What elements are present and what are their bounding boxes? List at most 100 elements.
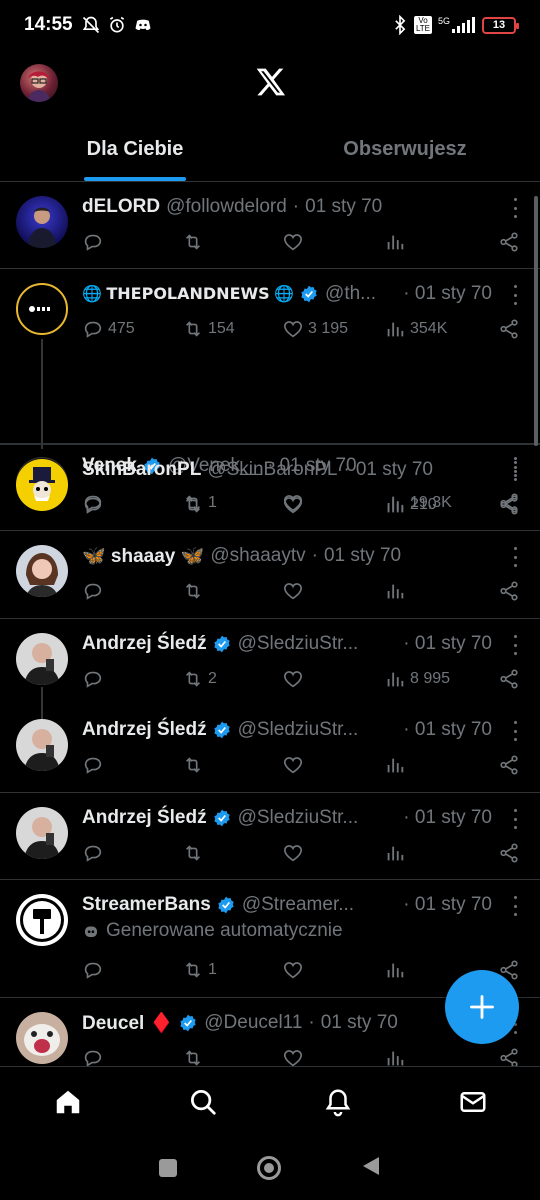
avatar[interactable] [16,807,68,859]
author-name[interactable]: Andrzej Śledź [82,807,207,829]
retweet-button[interactable] [182,231,208,253]
tweet-date[interactable]: 01 sty 70 [324,545,401,567]
more-icon[interactable] [512,285,518,305]
retweet-button[interactable] [182,1047,208,1066]
retweet-button[interactable] [182,842,208,864]
author-name[interactable]: SkinBaronPL [82,459,201,481]
more-icon[interactable] [512,461,518,481]
tweet-date[interactable]: 01 sty 70 [415,719,492,741]
like-button[interactable] [282,842,308,864]
tweet[interactable]: dELORD @followdelord · 01 sty 70 [0,182,540,269]
nav-notifications[interactable] [308,1072,368,1132]
share-button[interactable] [498,494,520,516]
share-button[interactable] [498,842,520,864]
timeline-feed-lower[interactable]: SkinBaronPL @SkinBaronPL · 01 sty 70 210… [0,444,540,1066]
avatar[interactable] [16,719,68,771]
tweet[interactable]: 🦋 shaaay 🦋 @shaaaytv · 01 sty 70 [0,531,540,619]
retweet-button[interactable]: 154 [182,318,235,340]
tweet-date[interactable]: 01 sty 70 [415,633,492,655]
reply-button[interactable]: 475 [82,318,135,340]
views-button[interactable]: 354K [384,318,447,340]
author-handle[interactable]: @shaaaytv [210,545,305,567]
reply-button[interactable] [82,494,108,516]
reply-button[interactable] [82,959,108,981]
author-handle[interactable]: @SledziuStr... [238,719,359,741]
author-name[interactable]: dELORD [82,196,160,218]
like-button[interactable] [282,494,308,516]
views-button[interactable] [384,959,410,981]
like-button[interactable] [282,754,308,776]
more-icon[interactable] [512,198,518,218]
like-button[interactable] [282,668,308,690]
share-button[interactable] [498,580,520,602]
tweet-date[interactable]: 01 sty 70 [305,196,382,218]
views-button[interactable] [384,754,410,776]
share-button[interactable] [498,318,520,340]
home-system-button[interactable] [257,1156,281,1180]
more-icon[interactable] [512,635,518,655]
like-button[interactable] [282,1047,308,1066]
tweet-date[interactable]: 01 sty 70 [321,1012,398,1034]
tweet-date[interactable]: 01 sty 70 [415,807,492,829]
more-icon[interactable] [512,547,518,567]
tab-following[interactable]: Obserwujesz [270,118,540,181]
avatar[interactable] [16,283,68,335]
share-button[interactable] [498,668,520,690]
reply-button[interactable] [82,580,108,602]
avatar[interactable] [16,633,68,685]
like-button[interactable] [282,231,308,253]
reply-button[interactable] [82,842,108,864]
views-button[interactable] [384,842,410,864]
tweet-thread[interactable]: 🌐 𝗧𝗛𝗘𝗣𝗢𝗟𝗔𝗡𝗗𝗡𝗘𝗪𝗦 🌐 @th... · 01 sty 70 475… [0,269,540,513]
author-handle[interactable]: @SkinBaronPL [207,459,337,481]
reply-button[interactable] [82,231,108,253]
profile-avatar-button[interactable] [20,64,58,102]
tweet-thread[interactable]: Andrzej Śledź @SledziuStr... · 01 sty 70… [0,619,540,793]
author-handle[interactable]: @Deucel11 [204,1012,302,1034]
like-button[interactable] [282,959,308,981]
like-button[interactable] [282,580,308,602]
author-name[interactable]: Deucel ♦️ [82,1011,173,1035]
share-button[interactable] [498,754,520,776]
reply-button[interactable] [82,668,108,690]
avatar[interactable] [16,894,68,946]
compose-button[interactable] [445,970,519,1044]
author-name[interactable]: Andrzej Śledź [82,633,207,655]
feed-scrollbar[interactable] [534,196,538,446]
more-icon[interactable] [512,721,518,741]
tweet-date[interactable]: 01 sty 70 [415,894,492,916]
back-button[interactable] [361,1155,381,1182]
author-handle[interactable]: @followdelord [166,196,287,218]
views-button[interactable]: 8 995 [384,668,450,690]
reply-button[interactable] [82,754,108,776]
nav-search[interactable] [173,1072,233,1132]
share-button[interactable] [498,1047,520,1066]
retweet-button[interactable] [182,754,208,776]
views-button[interactable]: 210 [384,494,437,516]
views-button[interactable] [384,580,410,602]
author-name[interactable]: Andrzej Śledź [82,719,207,741]
tweet-date[interactable]: 01 sty 70 [415,283,492,305]
author-handle[interactable]: @SledziuStr... [238,633,359,655]
share-button[interactable] [498,231,520,253]
retweet-button[interactable]: 2 [182,668,217,690]
retweet-button[interactable]: 1 [182,959,217,981]
nav-home[interactable] [38,1072,98,1132]
author-name[interactable]: StreamerBans [82,894,211,916]
reply-button[interactable] [82,1047,108,1066]
more-icon[interactable] [512,809,518,829]
tab-for-you[interactable]: Dla Ciebie [0,118,270,181]
author-handle[interactable]: @SledziuStr... [238,807,359,829]
author-name[interactable]: 🦋 shaaay 🦋 [82,544,204,568]
retweet-button[interactable] [182,580,208,602]
author-handle[interactable]: @Streamer... [242,894,354,916]
retweet-button[interactable] [182,494,208,516]
recents-button[interactable] [159,1159,177,1177]
like-button[interactable]: 3 195 [282,318,348,340]
tweet[interactable]: SkinBaronPL @SkinBaronPL · 01 sty 70 210 [0,444,540,531]
nav-messages[interactable] [443,1072,503,1132]
views-button[interactable] [384,1047,410,1066]
author-name[interactable]: 🌐 𝗧𝗛𝗘𝗣𝗢𝗟𝗔𝗡𝗗𝗡𝗘𝗪𝗦 🌐 [82,284,294,304]
more-icon[interactable] [512,896,518,916]
views-button[interactable] [384,231,410,253]
